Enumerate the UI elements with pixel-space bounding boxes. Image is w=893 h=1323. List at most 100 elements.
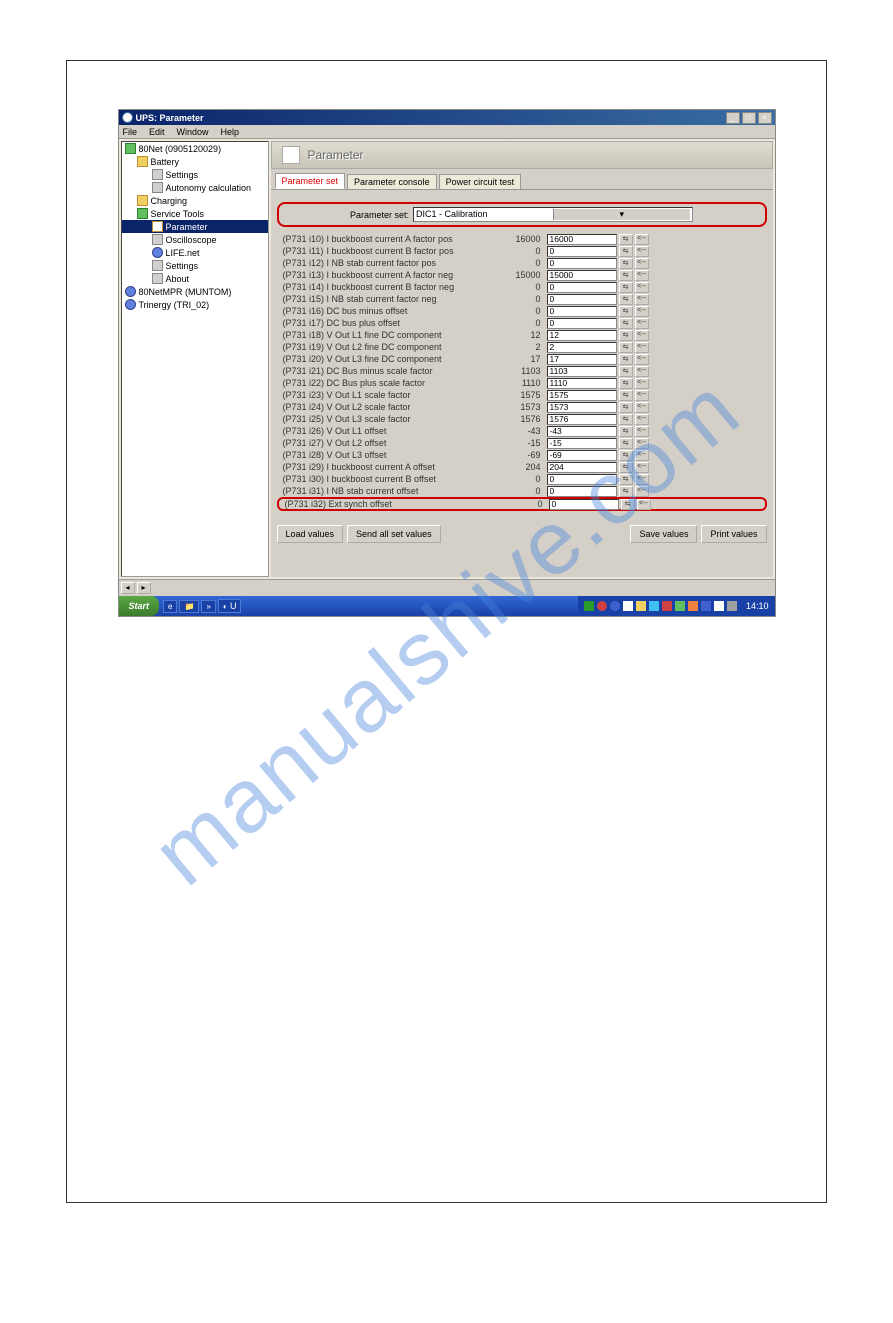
param-input[interactable] [547, 318, 617, 329]
tree-netmpr[interactable]: 80NetMPR (MUNTOM) [122, 285, 268, 298]
param-revert-button[interactable]: <-- [635, 234, 649, 245]
tree-battery[interactable]: Battery [122, 155, 268, 168]
param-send-button[interactable]: ⇆ [619, 438, 633, 449]
param-send-button[interactable]: ⇆ [619, 378, 633, 389]
param-input[interactable] [547, 258, 617, 269]
param-revert-button[interactable]: <-- [637, 499, 651, 510]
taskbar-item-ie[interactable]: e [163, 600, 177, 613]
menu-help[interactable]: Help [221, 127, 240, 137]
param-input[interactable] [547, 438, 617, 449]
print-values-button[interactable]: Print values [701, 525, 766, 543]
tree-servicetools[interactable]: Service Tools [122, 207, 268, 220]
param-input[interactable] [547, 414, 617, 425]
param-send-button[interactable]: ⇆ [619, 402, 633, 413]
param-input[interactable] [547, 342, 617, 353]
param-revert-button[interactable]: <-- [635, 474, 649, 485]
navigation-tree[interactable]: 80Net (0905120029) Battery Settings Auto… [121, 141, 269, 577]
load-values-button[interactable]: Load values [277, 525, 344, 543]
tree-trinergy[interactable]: Trinergy (TRI_02) [122, 298, 268, 311]
taskbar-item-app[interactable]: ◐ U [218, 599, 242, 613]
clock[interactable]: 14:10 [746, 601, 769, 611]
tray-icon[interactable] [714, 601, 724, 611]
menu-window[interactable]: Window [177, 127, 209, 137]
param-revert-button[interactable]: <-- [635, 354, 649, 365]
parameter-set-dropdown[interactable]: DIC1 - Calibration ▾ [413, 207, 693, 222]
menu-edit[interactable]: Edit [149, 127, 165, 137]
tree-about[interactable]: About [122, 272, 268, 285]
maximize-button[interactable]: □ [742, 112, 756, 124]
tray-icon[interactable] [610, 601, 620, 611]
param-input[interactable] [547, 402, 617, 413]
param-send-button[interactable]: ⇆ [619, 318, 633, 329]
param-send-button[interactable]: ⇆ [619, 474, 633, 485]
param-send-button[interactable]: ⇆ [621, 499, 635, 510]
param-input[interactable] [547, 378, 617, 389]
tray-icon[interactable] [662, 601, 672, 611]
param-revert-button[interactable]: <-- [635, 294, 649, 305]
tree-settings2[interactable]: Settings [122, 259, 268, 272]
param-send-button[interactable]: ⇆ [619, 462, 633, 473]
param-send-button[interactable]: ⇆ [619, 450, 633, 461]
start-button[interactable]: Start [119, 596, 160, 616]
tray-icon[interactable] [623, 601, 633, 611]
menu-file[interactable]: File [123, 127, 138, 137]
param-input[interactable] [547, 306, 617, 317]
param-input[interactable] [547, 462, 617, 473]
system-tray[interactable]: 14:10 [578, 596, 775, 616]
param-revert-button[interactable]: <-- [635, 246, 649, 257]
tray-icon[interactable] [649, 601, 659, 611]
param-send-button[interactable]: ⇆ [619, 234, 633, 245]
tray-icon[interactable] [675, 601, 685, 611]
taskbar-item-folder[interactable]: 📁 [179, 600, 199, 613]
param-input[interactable] [547, 486, 617, 497]
param-revert-button[interactable]: <-- [635, 390, 649, 401]
tray-icon[interactable] [636, 601, 646, 611]
save-values-button[interactable]: Save values [630, 525, 697, 543]
param-revert-button[interactable]: <-- [635, 318, 649, 329]
param-revert-button[interactable]: <-- [635, 378, 649, 389]
taskbar-item-cmd[interactable]: » [201, 600, 215, 613]
param-revert-button[interactable]: <-- [635, 450, 649, 461]
param-send-button[interactable]: ⇆ [619, 330, 633, 341]
param-send-button[interactable]: ⇆ [619, 426, 633, 437]
tree-autonomy[interactable]: Autonomy calculation [122, 181, 268, 194]
close-button[interactable]: × [758, 112, 772, 124]
tray-icon[interactable] [584, 601, 594, 611]
param-send-button[interactable]: ⇆ [619, 246, 633, 257]
param-revert-button[interactable]: <-- [635, 342, 649, 353]
param-send-button[interactable]: ⇆ [619, 342, 633, 353]
param-send-button[interactable]: ⇆ [619, 270, 633, 281]
param-send-button[interactable]: ⇆ [619, 414, 633, 425]
param-revert-button[interactable]: <-- [635, 402, 649, 413]
tray-icon[interactable] [727, 601, 737, 611]
param-input[interactable] [547, 366, 617, 377]
param-send-button[interactable]: ⇆ [619, 366, 633, 377]
param-revert-button[interactable]: <-- [635, 306, 649, 317]
param-revert-button[interactable]: <-- [635, 486, 649, 497]
param-send-button[interactable]: ⇆ [619, 258, 633, 269]
param-input[interactable] [547, 426, 617, 437]
chevron-down-icon[interactable]: ▾ [553, 209, 691, 220]
tray-icon[interactable] [597, 601, 607, 611]
tab-next-button[interactable]: ▸ [137, 582, 151, 594]
tree-charging[interactable]: Charging [122, 194, 268, 207]
tree-lifenet[interactable]: LIFE.net [122, 246, 268, 259]
param-send-button[interactable]: ⇆ [619, 354, 633, 365]
param-input[interactable] [547, 330, 617, 341]
param-input[interactable] [547, 270, 617, 281]
param-input[interactable] [547, 354, 617, 365]
param-input[interactable] [547, 450, 617, 461]
tree-settings[interactable]: Settings [122, 168, 268, 181]
param-revert-button[interactable]: <-- [635, 414, 649, 425]
tree-parameter[interactable]: Parameter [122, 220, 268, 233]
tree-root[interactable]: 80Net (0905120029) [122, 142, 268, 155]
param-input[interactable] [547, 234, 617, 245]
param-input[interactable] [547, 474, 617, 485]
param-revert-button[interactable]: <-- [635, 282, 649, 293]
minimize-button[interactable]: _ [726, 112, 740, 124]
param-send-button[interactable]: ⇆ [619, 486, 633, 497]
param-revert-button[interactable]: <-- [635, 366, 649, 377]
param-input[interactable] [547, 294, 617, 305]
tab-parameter-console[interactable]: Parameter console [347, 174, 437, 189]
param-revert-button[interactable]: <-- [635, 438, 649, 449]
